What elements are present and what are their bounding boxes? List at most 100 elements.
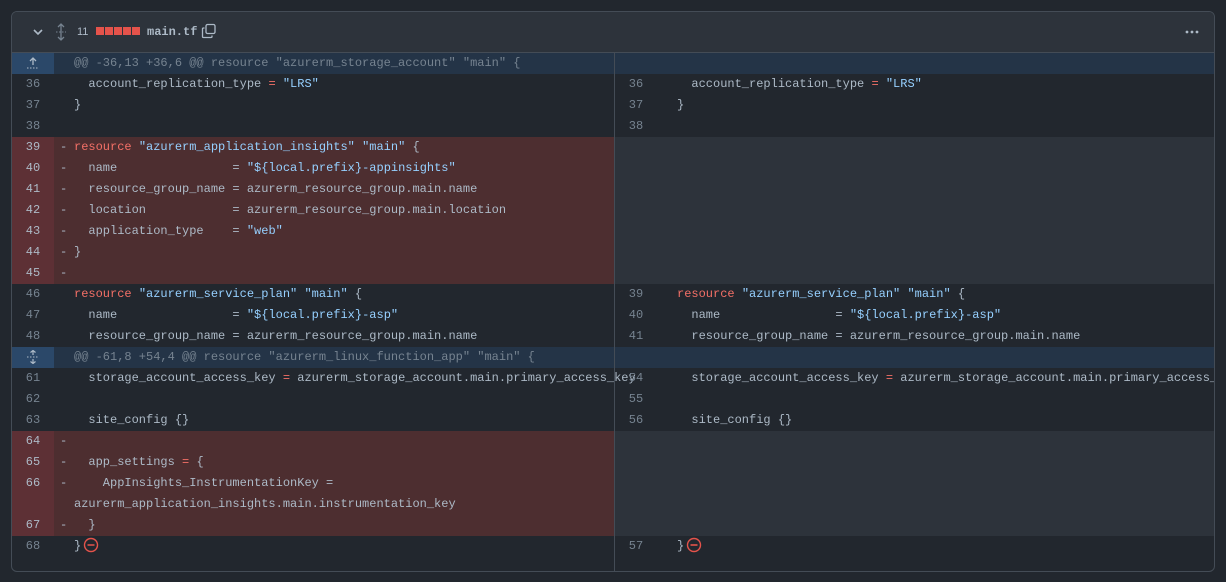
line-number[interactable]: 66 [12, 473, 54, 494]
code-line: resource "azurerm_service_plan" "main" { [677, 287, 966, 301]
no-newline-icon [687, 537, 702, 553]
diff-row: 63 site_config {} 56 site_config {} [12, 410, 1214, 431]
line-number[interactable]: 44 [12, 242, 54, 263]
hunk-header-text: @@ -36,13 +36,6 @@ resource "azurerm_sto… [74, 56, 521, 70]
line-number[interactable]: 47 [12, 305, 54, 326]
diff-row-deleted: 64 - [12, 431, 1214, 452]
line-number[interactable]: 46 [12, 284, 54, 305]
code-line: - resource "azurerm_application_insights"… [60, 140, 420, 154]
diff-row-deleted: 67 - } [12, 515, 1214, 536]
change-count: 11 [77, 26, 89, 38]
line-number[interactable]: 54 [615, 368, 657, 389]
code-line: account_replication_type = "LRS" [74, 77, 319, 91]
code-line: storage_account_access_key = azurerm_sto… [677, 371, 1215, 385]
split-divider [614, 53, 615, 571]
line-number[interactable]: 64 [12, 431, 54, 452]
code-line: site_config {} [74, 413, 190, 427]
code-line: resource "azurerm_service_plan" "main" { [74, 287, 363, 301]
split-diff: @@ -36,13 +36,6 @@ resource "azurerm_sto… [12, 53, 1214, 571]
diff-row: 68 } 57 } [12, 536, 1214, 557]
line-number[interactable]: 38 [12, 116, 54, 137]
line-number[interactable]: 65 [12, 452, 54, 473]
line-number[interactable]: 36 [12, 74, 54, 95]
diff-row: 48 resource_group_name = azurerm_resourc… [12, 326, 1214, 347]
expand-up-button[interactable] [12, 53, 54, 74]
expand-both-button[interactable] [12, 347, 54, 368]
line-number[interactable]: 37 [615, 95, 657, 116]
file-header: 11 main.tf [12, 12, 1214, 53]
line-number[interactable]: 43 [12, 221, 54, 242]
code-line: - location = azurerm_resource_group.main… [60, 203, 507, 217]
code-line: name = "${local.prefix}-asp" [677, 308, 1002, 322]
code-line: - [60, 434, 68, 448]
expand-both-icon [27, 350, 39, 364]
code-line: - application_type = "web" [60, 224, 283, 238]
no-newline-icon [84, 537, 99, 553]
diff-row-deleted: 39 - resource "azurerm_application_insigh… [12, 137, 1214, 158]
diff-row: 37 } 37 } [12, 95, 1214, 116]
line-number[interactable]: 40 [615, 305, 657, 326]
more-options-icon[interactable] [1184, 24, 1200, 40]
code-line: account_replication_type = "LRS" [677, 77, 922, 91]
diff-row-deleted: azurerm_application_insights.main.instru… [12, 494, 1214, 515]
code-line: } [663, 536, 1214, 557]
diff-file: 11 main.tf @@ -36,13 +36,6 @@ resource "… [11, 11, 1215, 572]
line-number[interactable]: 61 [12, 368, 54, 389]
line-number[interactable]: 41 [12, 179, 54, 200]
diff-row-deleted: 43 - application_type = "web" [12, 221, 1214, 242]
diff-row: 62 55 [12, 389, 1214, 410]
code-line: - } [60, 518, 96, 532]
line-number[interactable]: 57 [615, 536, 657, 557]
file-name[interactable]: main.tf [147, 24, 197, 40]
code-line: -} [60, 245, 82, 259]
hunk-header: @@ -61,8 +54,4 @@ resource "azurerm_linu… [12, 347, 1214, 368]
line-number[interactable]: 68 [12, 536, 54, 557]
line-number[interactable]: 62 [12, 389, 54, 410]
code-line: resource_group_name = azurerm_resource_g… [677, 329, 1081, 343]
diff-row-deleted: 66 - AppInsights_InstrumentationKey = [12, 473, 1214, 494]
diff-row-deleted: 45 - [12, 263, 1214, 284]
code-line: - AppInsights_InstrumentationKey = [60, 476, 334, 490]
line-number[interactable]: 37 [12, 95, 54, 116]
line-number[interactable]: 56 [615, 410, 657, 431]
line-number[interactable]: 45 [12, 263, 54, 284]
line-number[interactable]: 38 [615, 116, 657, 137]
expand-all-icon[interactable] [54, 23, 68, 41]
line-number[interactable]: 36 [615, 74, 657, 95]
expand-up-icon [27, 57, 39, 69]
diff-row: 36 account_replication_type = "LRS" 36 a… [12, 74, 1214, 95]
hunk-header-text: @@ -61,8 +54,4 @@ resource "azurerm_linu… [74, 350, 535, 364]
diff-row: 46 resource "azurerm_service_plan" "main… [12, 284, 1214, 305]
diff-row: 61 storage_account_access_key = azurerm_… [12, 368, 1214, 389]
code-line: name = "${local.prefix}-asp" [74, 308, 399, 322]
code-line: } [677, 98, 685, 112]
line-number[interactable]: 39 [615, 284, 657, 305]
copy-icon[interactable] [201, 23, 217, 39]
diff-row-deleted: 40 - name = "${local.prefix}-appinsights… [12, 158, 1214, 179]
code-line: storage_account_access_key = azurerm_sto… [74, 371, 636, 385]
code-line: - [60, 266, 68, 280]
line-number[interactable]: 48 [12, 326, 54, 347]
diffstat-bar [96, 27, 140, 36]
code-line: } [74, 98, 82, 112]
line-number[interactable]: 55 [615, 389, 657, 410]
line-number[interactable]: 67 [12, 515, 54, 536]
line-number[interactable]: 40 [12, 158, 54, 179]
code-line: - name = "${local.prefix}-appinsights" [60, 161, 456, 175]
diff-row-deleted: 65 - app_settings = { [12, 452, 1214, 473]
chevron-down-icon[interactable] [30, 24, 46, 40]
code-line: site_config {} [677, 413, 793, 427]
code-line-wrap: azurerm_application_insights.main.instru… [74, 497, 456, 511]
line-number[interactable]: 39 [12, 137, 54, 158]
code-line: } [60, 536, 614, 557]
diff-row-deleted: 41 - resource_group_name = azurerm_resou… [12, 179, 1214, 200]
diff-row: 47 name = "${local.prefix}-asp" 40 name … [12, 305, 1214, 326]
code-line: - resource_group_name = azurerm_resource… [60, 182, 478, 196]
code-line: resource_group_name = azurerm_resource_g… [74, 329, 478, 343]
line-number[interactable]: 63 [12, 410, 54, 431]
line-number[interactable]: 41 [615, 326, 657, 347]
hunk-header: @@ -36,13 +36,6 @@ resource "azurerm_sto… [12, 53, 1214, 74]
diff-row-deleted: 44 -} [12, 242, 1214, 263]
code-line: - app_settings = { [60, 455, 204, 469]
line-number[interactable]: 42 [12, 200, 54, 221]
